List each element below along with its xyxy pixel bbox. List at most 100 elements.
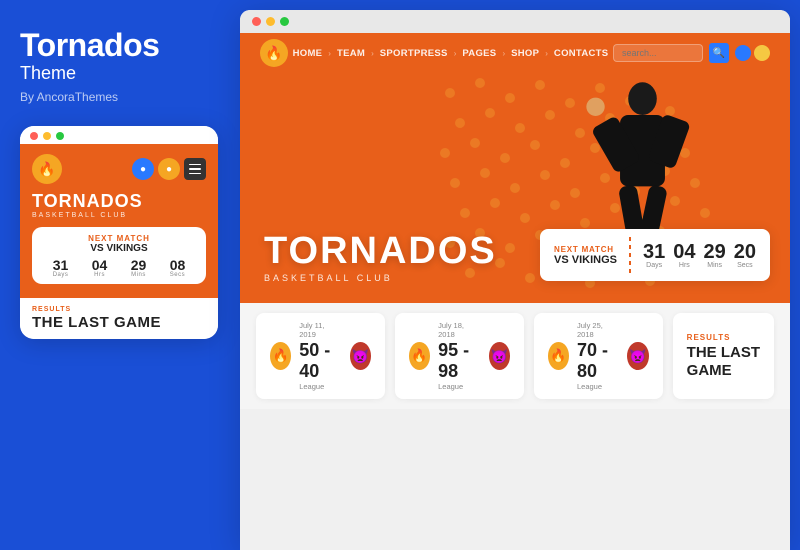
- results-label: RESULTS: [687, 333, 760, 342]
- browser-dot-yellow: [266, 17, 275, 26]
- mobile-cd-num-mins: 29: [131, 258, 147, 272]
- browser-content: 🔥 HOME › TEAM › SPORTPRESS › PAGES › SHO…: [240, 33, 790, 550]
- nm-cd-num-hrs: 04: [673, 242, 695, 262]
- mobile-countdown: 31 Days 04 Hrs 29 Mins 08 Secs: [42, 258, 196, 278]
- site-search: 🔍: [613, 43, 770, 63]
- nav-contacts[interactable]: CONTACTS: [554, 48, 608, 59]
- mobile-cd-days: 31 Days: [53, 258, 69, 278]
- mobile-cd-hrs: 04 Hrs: [92, 258, 108, 278]
- score-nums-1: 50 - 40: [299, 340, 341, 382]
- score-card-1: 🔥 July 11, 2019 50 - 40 League 👿: [256, 313, 385, 399]
- team-logo-viking-1: 👿: [350, 342, 371, 370]
- score-date-1: July 11, 2019: [299, 321, 341, 339]
- mobile-icon-yellow: ●: [158, 158, 180, 180]
- nm-divider: [629, 237, 631, 273]
- mobile-next-match: NEXT MATCH VS VIKINGS 31 Days 04 Hrs 29 …: [32, 227, 206, 284]
- mobile-cd-num-hrs: 04: [92, 258, 108, 272]
- mobile-results: RESULTS THE LAST GAME: [20, 298, 218, 340]
- mobile-cd-label-days: Days: [53, 272, 69, 278]
- score-type-2: League: [438, 382, 480, 391]
- browser-dot-green: [280, 17, 289, 26]
- mobile-menu-icon[interactable]: [184, 158, 206, 180]
- search-input[interactable]: [613, 44, 703, 62]
- site-logo: 🔥: [260, 39, 288, 67]
- hero-text: TORNADOS BASKETBALL CLUB: [264, 232, 497, 283]
- nm-cd-label-days: Days: [646, 262, 662, 269]
- nav-sep: ›: [371, 49, 374, 58]
- nm-cd-label-hrs: Hrs: [679, 262, 690, 269]
- lang-icons: [735, 45, 770, 61]
- lang-es-icon[interactable]: [754, 45, 770, 61]
- nav-home[interactable]: HOME: [293, 48, 323, 59]
- theme-by: By AncoraThemes: [20, 90, 210, 104]
- nm-cd-label-mins: Mins: [707, 262, 722, 269]
- mobile-hero-title: TORNADOS: [32, 192, 206, 212]
- nm-info: NEXT MATCH VS VIKINGS: [554, 245, 617, 266]
- search-button[interactable]: 🔍: [709, 43, 729, 63]
- score-info-3: July 25, 2018 70 - 80 League: [577, 321, 619, 391]
- score-card-3: 🔥 July 25, 2018 70 - 80 League 👿: [534, 313, 663, 399]
- mobile-hero-subtitle: BASKETBALL CLUB: [32, 212, 206, 219]
- team-logo-viking-3: 👿: [627, 342, 648, 370]
- browser-mockup: 🔥 HOME › TEAM › SPORTPRESS › PAGES › SHO…: [240, 10, 790, 550]
- nav-team[interactable]: TEAM: [337, 48, 365, 59]
- hero-subtitle: BASKETBALL CLUB: [264, 273, 497, 283]
- mobile-nm-label: NEXT MATCH: [42, 234, 196, 243]
- nav-sportpress[interactable]: SPORTPRESS: [380, 48, 448, 59]
- score-nums-2: 95 - 98: [438, 340, 480, 382]
- site-header: 🔥 HOME › TEAM › SPORTPRESS › PAGES › SHO…: [240, 33, 790, 73]
- team-logo-2: 🔥: [409, 342, 430, 370]
- score-date-2: July 18, 2018: [438, 321, 480, 339]
- mobile-cd-label-mins: Mins: [131, 272, 146, 278]
- nav-sep: ›: [502, 49, 505, 58]
- score-nums-3: 70 - 80: [577, 340, 619, 382]
- mobile-results-title: THE LAST GAME: [32, 315, 206, 332]
- mobile-nm-vs: VS VIKINGS: [42, 243, 196, 254]
- nav-sep: ›: [545, 49, 548, 58]
- nm-cd-mins: 29 Mins: [704, 242, 726, 269]
- lang-en-icon[interactable]: [735, 45, 751, 61]
- team-logo-1: 🔥: [270, 342, 291, 370]
- nav-shop[interactable]: SHOP: [511, 48, 539, 59]
- nm-cd-num-secs: 20: [734, 242, 756, 262]
- score-card-2: 🔥 July 18, 2018 95 - 98 League 👿: [395, 313, 524, 399]
- mobile-cd-num-secs: 08: [170, 258, 186, 272]
- mobile-cd-secs: 08 Secs: [170, 258, 186, 278]
- nm-cd-secs: 20 Secs: [734, 242, 756, 269]
- nm-cd-days: 31 Days: [643, 242, 665, 269]
- mobile-hero: 🔥 ● ● TORNADOS BASKETBALL CLUB NEXT MATC…: [20, 144, 218, 298]
- nm-label: NEXT MATCH: [554, 245, 614, 254]
- nav-sep: ›: [454, 49, 457, 58]
- mobile-cd-mins: 29 Mins: [131, 258, 147, 278]
- nav-pages[interactable]: PAGES: [462, 48, 496, 59]
- nm-vs: VS VIKINGS: [554, 254, 617, 266]
- results-title: THE LAST GAME: [687, 344, 760, 379]
- mobile-topbar: 🔥 ● ●: [32, 154, 206, 184]
- menu-line: [189, 173, 201, 175]
- mobile-dot-red: [30, 132, 38, 140]
- theme-title: Tornados: [20, 28, 210, 63]
- mobile-cd-label-secs: Secs: [170, 272, 185, 278]
- left-panel: Tornados Theme By AncoraThemes 🔥 ● ●: [0, 0, 230, 550]
- team-logo-viking-2: 👿: [489, 342, 510, 370]
- nm-cd-label-secs: Secs: [737, 262, 753, 269]
- menu-line: [189, 164, 201, 166]
- mobile-cd-label-hrs: Hrs: [94, 272, 105, 278]
- mobile-cd-num-days: 31: [53, 258, 69, 272]
- site-hero: TORNADOS BASKETBALL CLUB NEXT MATCH VS V…: [240, 73, 790, 303]
- mobile-dot-yellow: [43, 132, 51, 140]
- nm-cd-num-days: 31: [643, 242, 665, 262]
- browser-titlebar: [240, 10, 790, 33]
- score-type-3: League: [577, 382, 619, 391]
- browser-dot-red: [252, 17, 261, 26]
- menu-line: [189, 168, 201, 170]
- score-info-1: July 11, 2019 50 - 40 League: [299, 321, 341, 391]
- mobile-icon-blue: ●: [132, 158, 154, 180]
- mobile-logo: 🔥: [32, 154, 62, 184]
- score-type-1: League: [299, 382, 341, 391]
- score-info-2: July 18, 2018 95 - 98 League: [438, 321, 480, 391]
- theme-subtitle: Theme: [20, 63, 210, 84]
- scores-section: 🔥 July 11, 2019 50 - 40 League 👿 🔥 July …: [240, 303, 790, 409]
- mobile-titlebar: [20, 126, 218, 144]
- hero-title: TORNADOS: [264, 232, 497, 270]
